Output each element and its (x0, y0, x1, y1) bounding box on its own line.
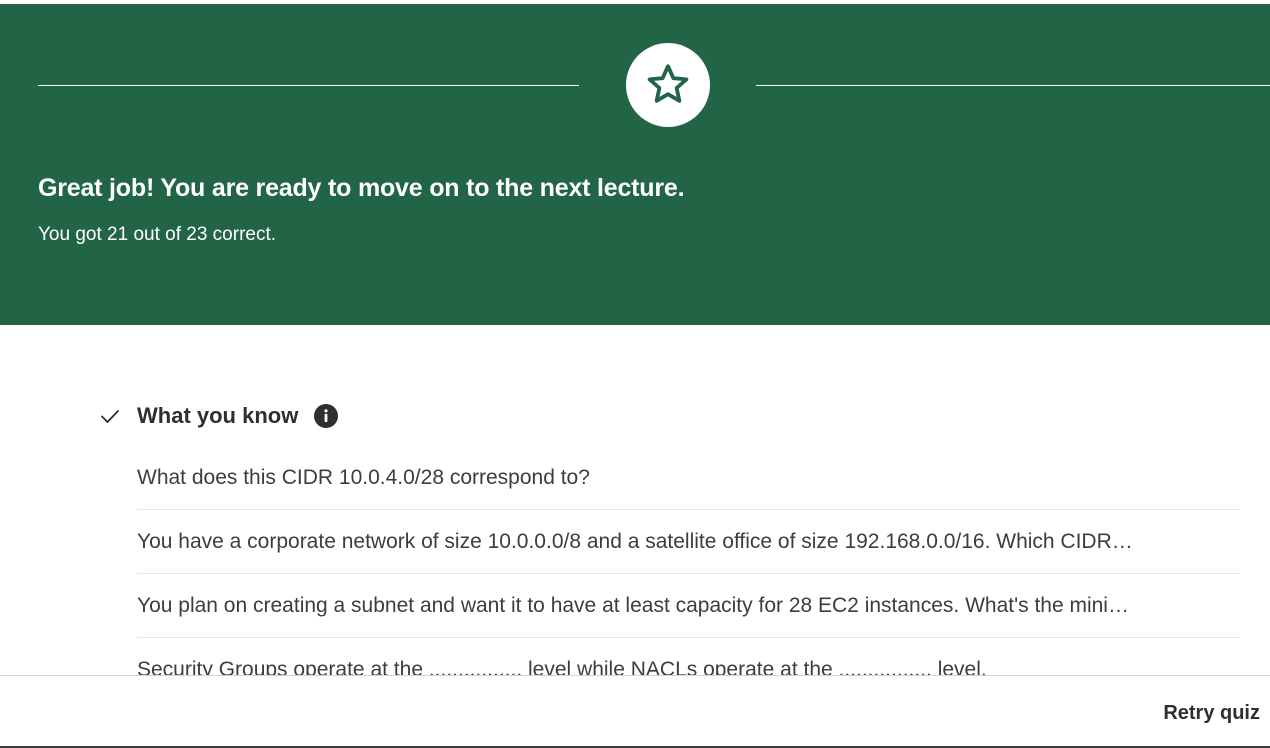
section-title: What you know (137, 403, 299, 428)
star-icon (647, 64, 689, 103)
info-icon[interactable] (314, 404, 339, 428)
score-text: You got 21 out of 23 correct. (38, 224, 277, 245)
question-item[interactable]: What does this CIDR 10.0.4.0/28 correspo… (137, 446, 1240, 510)
banner-divider-right (756, 85, 1270, 86)
quiz-result-page: Great job! You are ready to move on to t… (0, 0, 1270, 748)
retry-quiz-button[interactable]: Retry quiz (1163, 696, 1260, 730)
question-list: What does this CIDR 10.0.4.0/28 correspo… (137, 446, 1240, 702)
question-item[interactable]: You have a corporate network of size 10.… (137, 510, 1240, 574)
star-badge (626, 43, 710, 127)
quiz-footer: Retry quiz (0, 675, 1270, 748)
question-item[interactable]: You plan on creating a subnet and want i… (137, 574, 1240, 638)
result-banner: Great job! You are ready to move on to t… (0, 4, 1270, 325)
result-headline: Great job! You are ready to move on to t… (38, 174, 685, 202)
banner-divider-left (38, 85, 579, 86)
what-you-know-header: What you know (98, 399, 339, 433)
check-icon (101, 410, 119, 423)
